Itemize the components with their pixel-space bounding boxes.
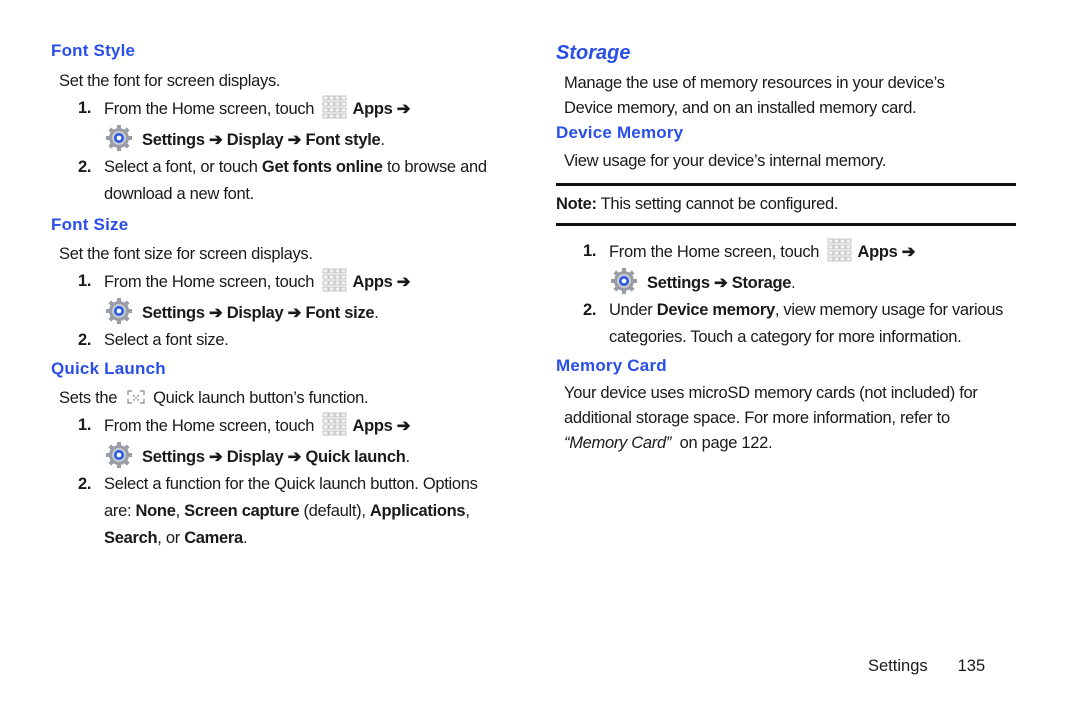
heading-memory-card: Memory Card [556,356,667,375]
step-text: (default), [299,502,370,520]
settings-gear-icon [104,440,134,470]
step-number: 1. [78,272,92,290]
option-screen-capture: Screen capture [184,502,300,520]
font-style-intro: Set the font for screen displays. [59,72,281,90]
step-number: 2. [78,158,92,176]
step-text: From the Home screen, touch [104,100,315,118]
intro-text: Sets the [59,389,118,407]
heading-font-style: Font Style [51,41,136,60]
manual-page: Font Style Set the font for screen displ… [0,0,1080,720]
memory-card-reference-link[interactable]: “Memory Card” [564,434,671,452]
step-text: , view memory usage for various [774,301,1004,319]
punctuation: . [405,448,410,466]
left-column: Font Style Set the font for screen displ… [51,40,511,552]
font-size-intro: Set the font size for screen displays. [59,245,313,263]
step-number: 1. [78,99,92,117]
storage-intro-line-2: Device memory, and on an installed memor… [564,99,917,117]
apps-grid-icon [827,238,853,262]
step-text: , or [157,529,185,547]
quick-launch-icon [127,386,145,404]
quick-launch-step-1: 1. From the Home screen, touch Apps ➔ Se… [51,412,511,471]
step-number: 2. [78,331,92,349]
option-camera: Camera [184,529,243,547]
section-memory-card: Memory Card Your device uses microSD mem… [556,355,1016,456]
font-style-step-1: 1. From the Home screen, touch Apps ➔ Se… [51,95,511,154]
heading-storage: Storage [556,42,631,64]
step-number: 1. [583,242,597,260]
step-text: From the Home screen, touch [104,417,315,435]
note-text: This setting cannot be configured. [596,195,839,213]
device-memory-step-2: 2. Under Device memory, view memory usag… [556,297,1016,351]
step-text: From the Home screen, touch [104,273,315,291]
step-text: download a new font. [104,185,254,203]
font-style-step-2: 2. Select a font, or touch Get fonts onl… [51,154,511,208]
memory-card-line-1: Your device uses microSD memory cards (n… [564,384,978,402]
step-number: 2. [583,301,597,319]
option-search: Search [104,529,158,547]
punctuation: , [465,502,470,520]
storage-intro-line-1: Manage the use of memory resources in yo… [564,74,945,92]
step-text: Select a function for the Quick launch b… [104,475,478,493]
apps-label: Apps ➔ [857,243,916,261]
apps-label: Apps ➔ [352,100,411,118]
apps-label: Apps ➔ [352,273,411,291]
section-font-style: Font Style Set the font for screen displ… [51,40,511,208]
apps-grid-icon [322,95,348,119]
device-memory-step-1: 1. From the Home screen, touch Apps ➔ Se… [556,238,1016,297]
font-size-step-1: 1. From the Home screen, touch Apps ➔ Se… [51,268,511,327]
section-quick-launch: Quick Launch Sets the Quick launch butto… [51,358,511,552]
settings-gear-icon [609,266,639,296]
heading-device-memory: Device Memory [556,123,684,142]
step-number: 2. [78,475,92,493]
settings-path: Settings ➔ Storage [647,274,792,292]
option-none: None [135,502,176,520]
right-column: Storage Manage the use of memory resourc… [556,40,1016,456]
memory-card-line-3: “Memory Card” on page 122. [556,431,1016,456]
step-text: From the Home screen, touch [609,243,820,261]
memory-card-line-2: additional storage space. For more infor… [564,409,950,427]
page-number: 135 [957,657,986,675]
settings-path: Settings ➔ Display ➔ Quick launch [142,448,406,466]
get-fonts-online-label: Get fonts online [261,158,383,176]
device-memory-intro: View usage for your device’s internal me… [564,152,887,170]
punctuation: . [380,131,385,149]
settings-gear-icon [104,123,134,153]
punctuation: , [175,502,185,520]
settings-gear-icon [104,296,134,326]
step-number: 1. [78,416,92,434]
quick-launch-step-2: 2. Select a function for the Quick launc… [51,471,511,552]
punctuation: . [374,304,379,322]
intro-text: Quick launch button’s function. [153,389,369,407]
section-device-memory: Device Memory View usage for your device… [556,122,1016,351]
footer-section-name: Settings [868,657,928,675]
note-label: Note: [556,195,597,213]
heading-font-size: Font Size [51,215,129,234]
section-storage: Storage Manage the use of memory resourc… [556,40,1016,122]
apps-grid-icon [322,412,348,436]
page-footer: Settings 135 [868,655,985,677]
page-reference: on page 122. [671,434,773,452]
step-text: to browse and [382,158,487,176]
settings-path: Settings ➔ Display ➔ Font style [142,131,381,149]
option-applications: Applications [369,502,466,520]
font-size-step-2: 2. Select a font size. [51,327,511,354]
apps-label: Apps ➔ [352,417,411,435]
punctuation: . [242,529,248,547]
device-memory-label: Device memory [656,301,775,319]
punctuation: . [791,274,796,292]
section-font-size: Font Size Set the font size for screen d… [51,214,511,354]
step-text: Select a font size. [104,331,229,349]
note-box: Note: This setting cannot be configured. [556,183,1016,226]
settings-path: Settings ➔ Display ➔ Font size [142,304,375,322]
step-text: are: [104,502,136,520]
apps-grid-icon [322,268,348,292]
step-text: Under [609,301,657,319]
step-text: Select a font, or touch [104,158,262,176]
step-text: categories. Touch a category for more in… [609,328,962,346]
quick-launch-intro: Sets the Quick launch button’s function. [51,385,511,412]
heading-quick-launch: Quick Launch [51,359,166,378]
